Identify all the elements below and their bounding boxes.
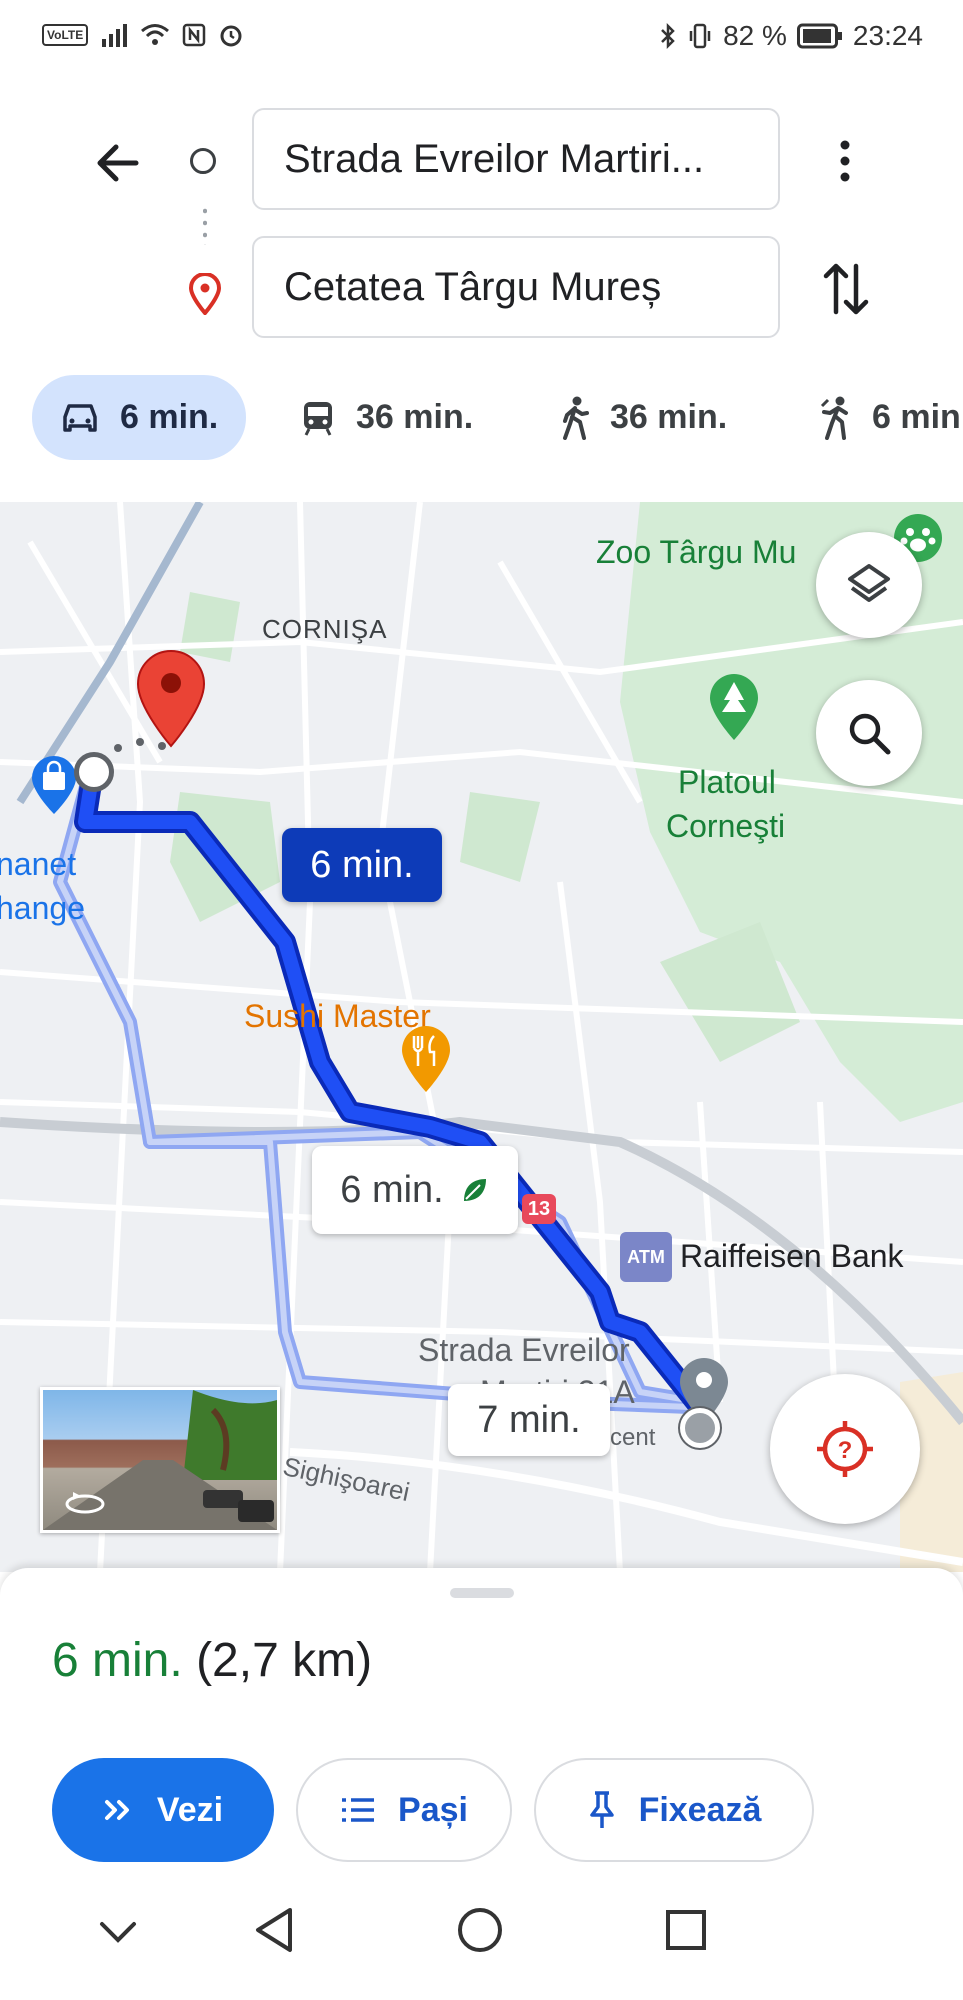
clock: 23:24	[852, 20, 923, 51]
layers-button[interactable]	[816, 532, 922, 638]
tab-ride-label: 6 min	[872, 398, 961, 436]
restaurant-icon[interactable]	[398, 1022, 454, 1094]
route-chip-eco[interactable]: 6 min.	[312, 1146, 518, 1234]
nav-recents-icon[interactable]	[664, 1908, 708, 1952]
start-point-marker	[74, 752, 114, 792]
route-summary: 6 min. (2,7 km)	[52, 1633, 372, 1688]
battery-percent: 82 %	[723, 20, 787, 51]
nfc-icon	[182, 23, 206, 47]
map-view[interactable]: Zoo Târgu Mu CORNIŞA Platoul Corneşti na…	[0, 502, 963, 1572]
park-tree-icon[interactable]	[706, 670, 762, 742]
start-preview-button[interactable]: Vezi	[52, 1758, 274, 1862]
tab-ride[interactable]: 6 min	[818, 375, 961, 460]
swap-icon[interactable]	[820, 260, 872, 318]
report-issue-button[interactable]: ?	[770, 1374, 920, 1524]
nav-home-icon[interactable]	[456, 1906, 504, 1954]
origin-field[interactable]: Strada Evreilor Martiri...	[252, 108, 780, 210]
more-options-icon[interactable]	[830, 135, 860, 191]
destination-field[interactable]: Cetatea Târgu Mureș	[252, 236, 780, 338]
map-label-zoo: Zoo Târgu Mu	[596, 534, 797, 570]
car-icon	[63, 403, 97, 432]
double-chevron-icon	[104, 1800, 129, 1820]
map-label-cornisa: CORNIŞA	[262, 614, 388, 644]
summary-duration: 6 min.	[52, 1634, 183, 1687]
end-point-marker	[680, 1408, 720, 1448]
route-chip-alt[interactable]: 7 min.	[448, 1384, 610, 1456]
svg-text:?: ?	[838, 1437, 853, 1464]
signal-icon	[102, 24, 128, 47]
bluetooth-icon	[661, 22, 675, 50]
wifi-icon	[141, 24, 170, 45]
rotate-360-icon	[65, 1492, 105, 1514]
route-13-badge: 13	[522, 1194, 556, 1224]
location-help-icon: ?	[817, 1421, 873, 1477]
tab-walking[interactable]: 36 min.	[560, 375, 727, 460]
walk-icon	[563, 396, 589, 440]
steps-label: Pași	[398, 1790, 468, 1829]
ride-icon	[820, 396, 848, 440]
drag-handle[interactable]	[450, 1588, 514, 1598]
destination-map-pin-icon[interactable]	[134, 648, 208, 748]
destination-pin-icon	[188, 273, 222, 315]
pin-route-label: Fixează	[638, 1790, 762, 1829]
tab-walking-label: 36 min.	[610, 398, 728, 436]
volte-badge: VoLTE	[42, 24, 89, 46]
route-summary-sheet[interactable]: 6 min. (2,7 km) Vezi Pași Fixează	[0, 1568, 963, 1868]
map-label-platoul: Platoul	[678, 764, 776, 800]
route-chip-eco-label: 6 min.	[340, 1168, 444, 1211]
tab-transit[interactable]: 36 min.	[300, 375, 473, 460]
pin-route-button[interactable]: Fixează	[534, 1758, 814, 1862]
shopping-bag-icon[interactable]	[30, 756, 78, 816]
tab-driving[interactable]: 6 min.	[32, 375, 247, 460]
battery-icon	[796, 23, 842, 49]
layers-icon	[848, 564, 890, 602]
atm-icon[interactable]: ATM	[620, 1232, 672, 1282]
eco-leaf-icon	[463, 1179, 486, 1201]
search-icon	[849, 713, 891, 755]
tab-transit-label: 36 min.	[356, 398, 474, 436]
list-icon	[342, 1798, 375, 1822]
street-view-thumbnail[interactable]	[40, 1387, 280, 1533]
travel-mode-tabs: 6 min. 36 min. 36 min. 6 min	[0, 375, 963, 460]
tab-driving-label: 6 min.	[120, 398, 219, 436]
search-along-route-button[interactable]	[816, 680, 922, 786]
route-connector-dots	[203, 205, 207, 245]
walking-dots	[114, 738, 166, 752]
steps-button[interactable]: Pași	[296, 1758, 512, 1862]
route-chip-main-label: 6 min.	[310, 843, 414, 886]
pin-icon	[589, 1791, 614, 1828]
map-label-cornesti: Corneşti	[666, 808, 786, 844]
vibrate-icon	[689, 23, 711, 49]
map-label-hange: hange	[0, 890, 85, 926]
alarm-icon	[220, 25, 242, 47]
system-nav-bar	[0, 1868, 963, 2000]
status-bar: VoLTE 82 % 23:24	[0, 0, 963, 80]
map-label-manet: nanet	[0, 846, 77, 882]
summary-distance: (2,7 km)	[196, 1634, 373, 1687]
hide-keyboard-chevron-icon[interactable]	[98, 1920, 138, 1946]
nav-back-icon[interactable]	[252, 1906, 296, 1954]
map-label-strada-line1: Strada Evreilor	[418, 1332, 630, 1368]
start-preview-label: Vezi	[156, 1790, 224, 1829]
map-label-raiffeisen: Raiffeisen Bank	[680, 1238, 904, 1274]
route-chip-alt-label: 7 min.	[477, 1398, 581, 1441]
origin-marker-icon	[190, 148, 216, 174]
back-arrow-icon[interactable]	[90, 135, 146, 191]
route-chip-main[interactable]: 6 min.	[282, 828, 442, 902]
transit-icon	[304, 401, 332, 436]
map-label-cent: cent	[610, 1424, 656, 1451]
